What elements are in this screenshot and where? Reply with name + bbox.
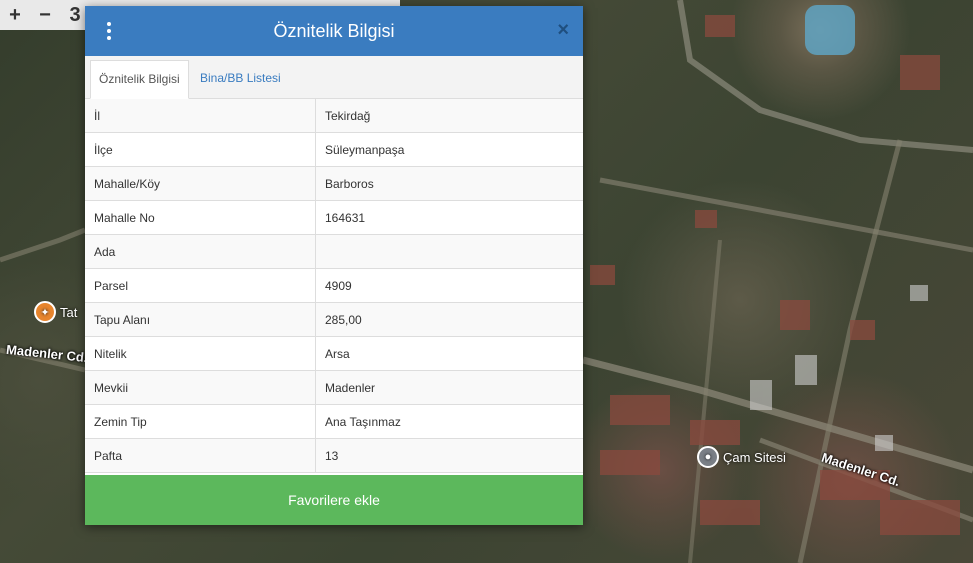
restaurant-icon: ✦ xyxy=(34,301,56,323)
table-row: Mahalle/Köy Barboros xyxy=(85,166,583,201)
close-icon[interactable]: × xyxy=(557,19,569,42)
tab-attribute-info[interactable]: Öznitelik Bilgisi xyxy=(90,60,189,99)
attribute-key: Tapu Alanı xyxy=(85,302,316,337)
table-row: Nitelik Arsa xyxy=(85,336,583,371)
attribute-table: İl Tekirdağ İlçe Süleymanpaşa Mahalle/Köy Bar… xyxy=(85,99,583,473)
table-row: Parsel 4909 xyxy=(85,268,583,303)
table-row: Tapu Alanı 285,00 xyxy=(85,302,583,337)
poi-cam-sitesi[interactable]: ● Çam Sitesi xyxy=(697,446,786,468)
dialog-header: Öznitelik Bilgisi × xyxy=(85,6,583,56)
attribute-key: İlçe xyxy=(85,132,316,167)
poi-restaurant[interactable]: ✦ Tat xyxy=(34,301,77,323)
attribute-key: Mahalle No xyxy=(85,200,316,235)
attribute-key: Ada xyxy=(85,234,316,269)
attribute-key: Nitelik xyxy=(85,336,316,371)
attribute-value: 285,00 xyxy=(315,302,583,337)
attribute-value: Barboros xyxy=(315,166,583,201)
attribute-dialog: Öznitelik Bilgisi × Öznitelik Bilgisi Bi… xyxy=(85,6,583,525)
table-row: Ada xyxy=(85,234,583,269)
zoom-out-button[interactable]: − xyxy=(30,0,60,30)
poi-label: Tat xyxy=(60,304,78,320)
attribute-value: Süleymanpaşa xyxy=(315,132,583,167)
table-row: Zemin Tip Ana Taşınmaz xyxy=(85,404,583,439)
attribute-key: Pafta xyxy=(85,438,316,473)
attribute-value: Tekirdağ xyxy=(315,99,583,133)
zoom-in-button[interactable]: + xyxy=(0,0,30,30)
dialog-tabs: Öznitelik Bilgisi Bina/BB Listesi xyxy=(85,56,583,99)
table-row: Pafta 13 xyxy=(85,438,583,473)
add-to-favorites-button[interactable]: Favorilere ekle xyxy=(85,475,583,525)
attribute-key: Mahalle/Köy xyxy=(85,166,316,201)
poi-label: Çam Sitesi xyxy=(723,449,786,465)
attribute-key: Parsel xyxy=(85,268,316,303)
attribute-value: Arsa xyxy=(315,336,583,371)
attribute-value: 4909 xyxy=(315,268,583,303)
attribute-value xyxy=(315,234,583,269)
dialog-title: Öznitelik Bilgisi xyxy=(273,20,395,41)
attribute-value: Madenler xyxy=(315,370,583,405)
attribute-key: İl xyxy=(85,99,316,133)
table-row: Mahalle No 164631 xyxy=(85,200,583,235)
place-pin-icon: ● xyxy=(697,446,719,468)
table-row: Mevkii Madenler xyxy=(85,370,583,405)
tab-building-list[interactable]: Bina/BB Listesi xyxy=(192,60,289,97)
attribute-value: 13 xyxy=(315,438,583,473)
attribute-key: Mevkii xyxy=(85,370,316,405)
vertical-dots-menu-icon[interactable] xyxy=(103,22,115,40)
attribute-value: Ana Taşınmaz xyxy=(315,404,583,439)
attribute-key: Zemin Tip xyxy=(85,404,316,439)
table-row: İl Tekirdağ xyxy=(85,99,583,133)
attribute-value: 164631 xyxy=(315,200,583,235)
table-row: İlçe Süleymanpaşa xyxy=(85,132,583,167)
